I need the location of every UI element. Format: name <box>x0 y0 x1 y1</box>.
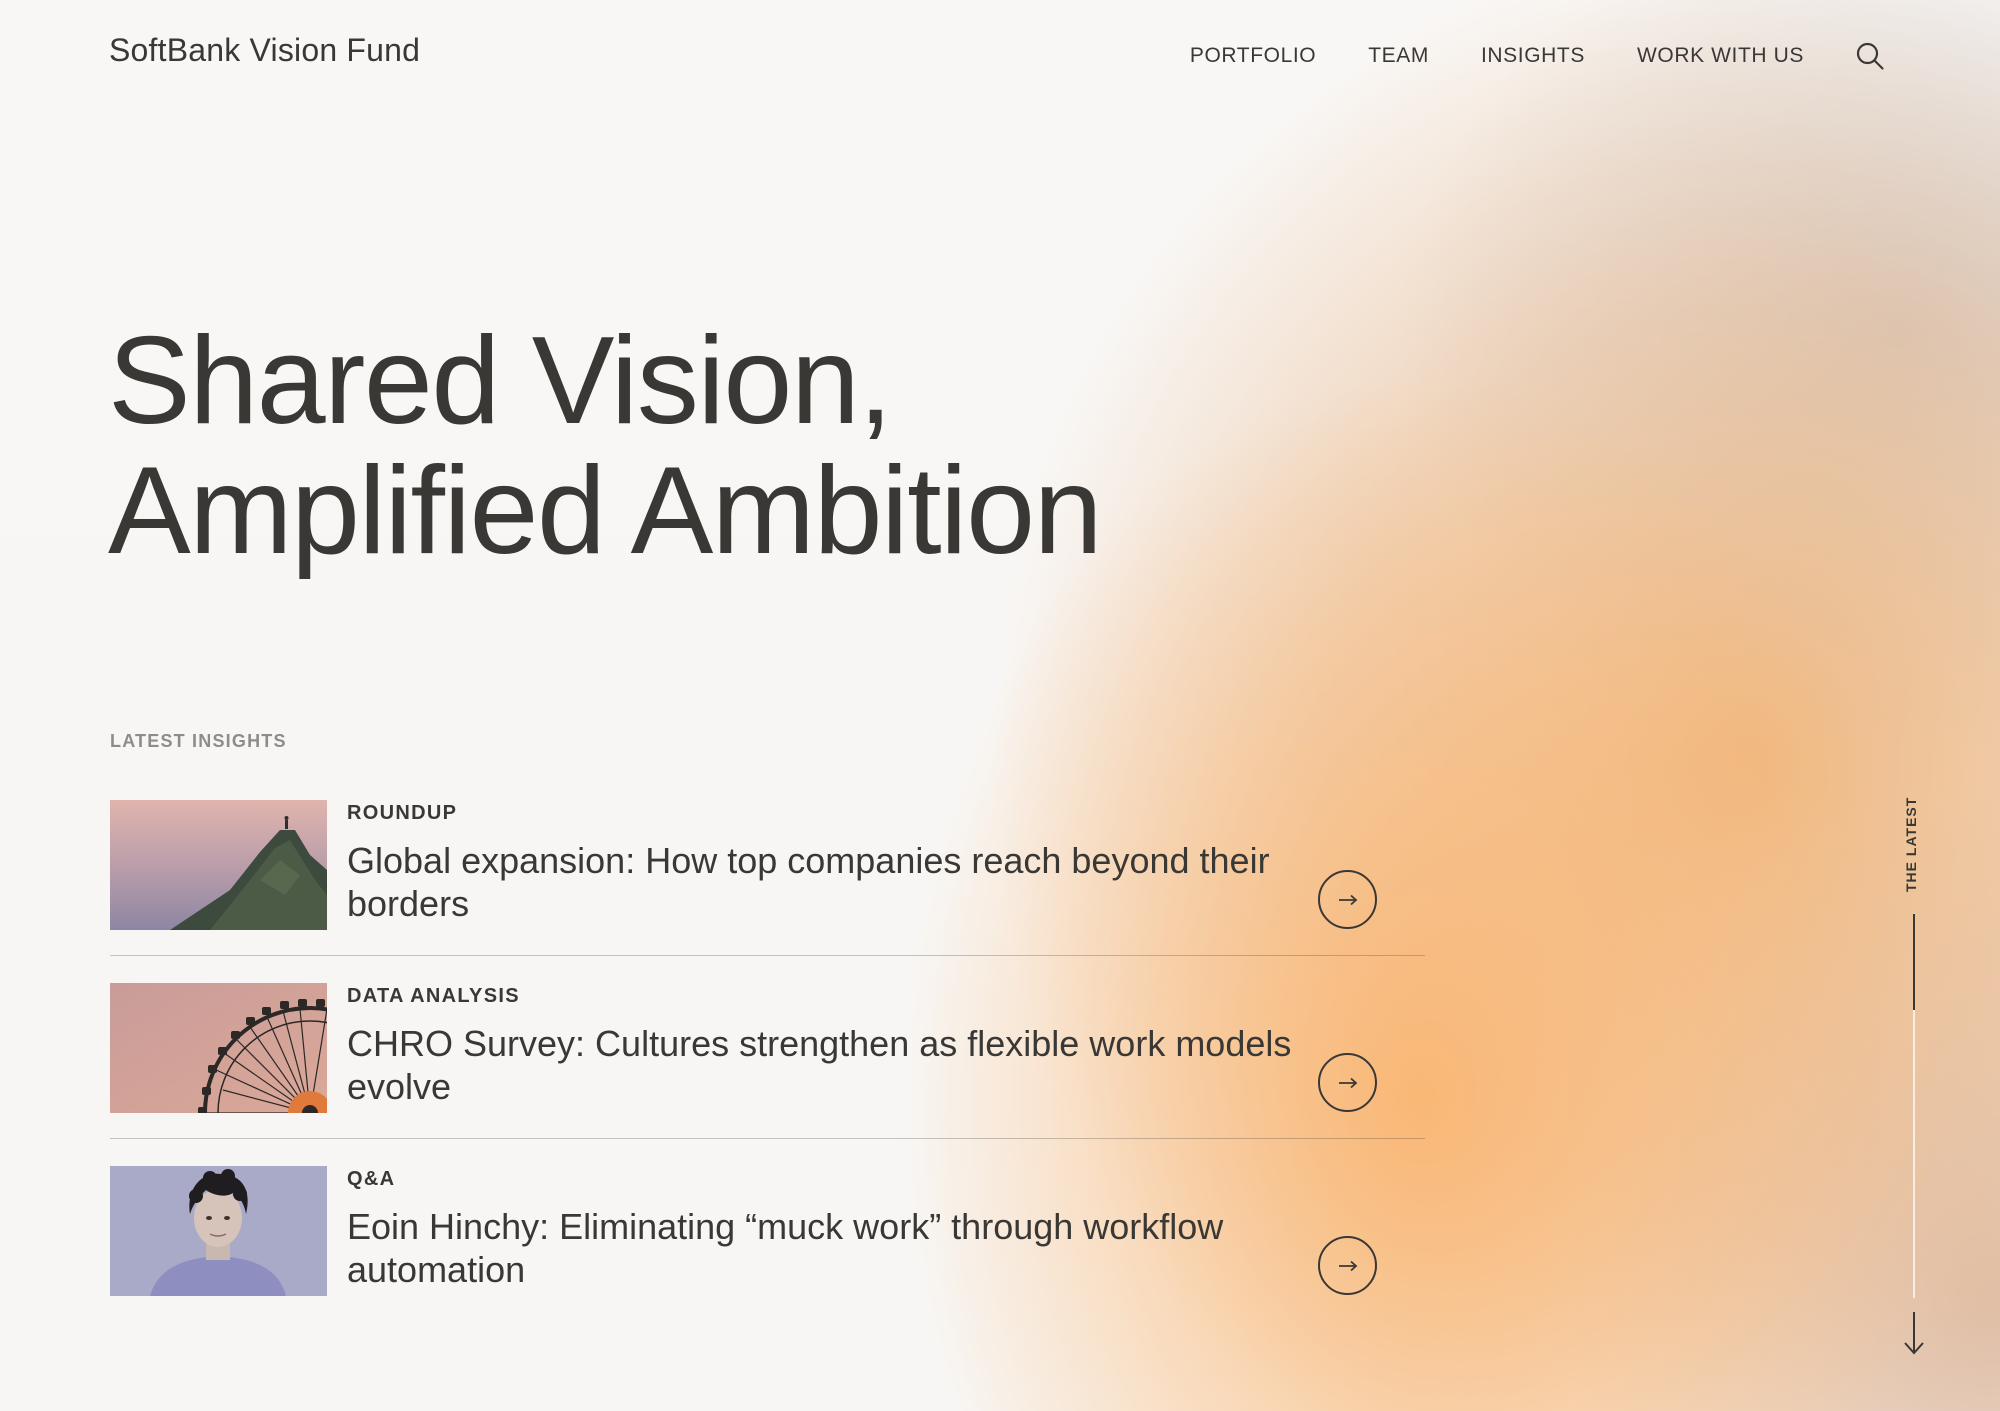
hero-line-1: Shared Vision, <box>108 312 893 450</box>
search-icon[interactable] <box>1852 38 1888 74</box>
insight-category: DATA ANALYSIS <box>347 985 520 1007</box>
insight-category: ROUNDUP <box>347 802 458 824</box>
page: SoftBank Vision Fund PORTFOLIO TEAM INSI… <box>0 0 2000 1411</box>
insight-text: ROUNDUP Global expansion: How top compan… <box>347 800 1307 930</box>
latest-insights-label: LATEST INSIGHTS <box>110 731 287 751</box>
nav-portfolio[interactable]: PORTFOLIO <box>1190 44 1316 68</box>
insight-text: Q&A Eoin Hinchy: Eliminating “muck work”… <box>347 1166 1307 1296</box>
nav-work-with-us[interactable]: WORK WITH US <box>1637 44 1804 68</box>
insight-item[interactable]: Q&A Eoin Hinchy: Eliminating “muck work”… <box>110 1166 1425 1296</box>
hiker-on-mountain-ridge-photo[interactable] <box>110 800 327 930</box>
logo[interactable]: SoftBank Vision Fund <box>109 32 420 69</box>
arrow-right-icon[interactable] <box>1318 870 1377 929</box>
insight-title[interactable]: Eoin Hinchy: Eliminating “muck work” thr… <box>347 1205 1307 1291</box>
insight-category: Q&A <box>347 1168 396 1190</box>
portrait-photo[interactable] <box>110 1166 327 1296</box>
the-latest-rail: THE LATEST <box>1900 796 1930 1361</box>
arrow-right-icon[interactable] <box>1318 1053 1377 1112</box>
ferris-wheel-photo[interactable] <box>110 983 327 1113</box>
main-nav: PORTFOLIO TEAM INSIGHTS WORK WITH US <box>1190 38 1888 74</box>
insight-text: DATA ANALYSIS CHRO Survey: Cultures stre… <box>347 983 1307 1113</box>
nav-team[interactable]: TEAM <box>1368 44 1429 68</box>
insight-title[interactable]: CHRO Survey: Cultures strengthen as flex… <box>347 1022 1307 1108</box>
insight-item[interactable]: ROUNDUP Global expansion: How top compan… <box>110 800 1425 956</box>
insights-list: ROUNDUP Global expansion: How top compan… <box>110 800 1425 1296</box>
arrow-right-icon[interactable] <box>1318 1236 1377 1295</box>
scroll-progress <box>1913 914 1915 1010</box>
nav-insights[interactable]: INSIGHTS <box>1481 44 1585 68</box>
insight-title[interactable]: Global expansion: How top companies reac… <box>347 839 1307 925</box>
insight-item[interactable]: DATA ANALYSIS CHRO Survey: Cultures stre… <box>110 983 1425 1139</box>
the-latest-label: THE LATEST <box>1903 796 1919 892</box>
hero-line-2: Amplified Ambition <box>108 442 1103 580</box>
hero-headline: Shared Vision, Amplified Ambition <box>108 312 1103 580</box>
arrow-down-icon[interactable] <box>1902 1310 1926 1361</box>
